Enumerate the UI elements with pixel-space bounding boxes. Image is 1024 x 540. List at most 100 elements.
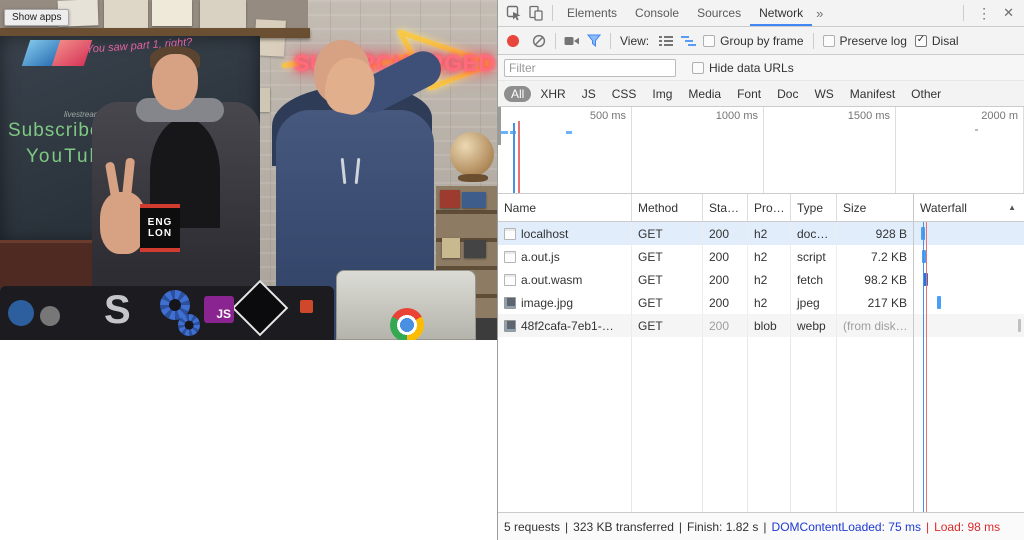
- request-type-cell[interactable]: script: [791, 245, 837, 268]
- pinned-paper: [152, 0, 192, 26]
- tab-elements[interactable]: Elements: [558, 1, 626, 26]
- clear-icon[interactable]: [528, 30, 550, 52]
- type-filter-other[interactable]: Other: [904, 86, 948, 102]
- request-status-cell[interactable]: 200: [703, 245, 748, 268]
- tab-sources[interactable]: Sources: [688, 1, 750, 26]
- column-header-method[interactable]: Method: [632, 194, 703, 221]
- column-header-size[interactable]: Size: [837, 194, 914, 221]
- request-status-cell[interactable]: 200: [703, 291, 748, 314]
- request-protocol-cell[interactable]: h2: [748, 222, 791, 245]
- empty-cell: [914, 337, 1024, 512]
- type-filter-doc[interactable]: Doc: [770, 86, 805, 102]
- divider: [813, 33, 814, 49]
- tab-network[interactable]: Network: [750, 1, 812, 26]
- view-waterfall-icon[interactable]: [677, 30, 699, 52]
- request-protocol-cell[interactable]: blob: [748, 314, 791, 337]
- request-protocol-cell[interactable]: h2: [748, 268, 791, 291]
- request-size-cell[interactable]: 98.2 KB: [837, 268, 914, 291]
- type-filter-js[interactable]: JS: [575, 86, 603, 102]
- network-summary-bar: 5 requests | 323 KB transferred | Finish…: [498, 512, 1024, 540]
- kebab-menu-icon[interactable]: ⋮: [969, 5, 999, 22]
- type-filter-img[interactable]: Img: [645, 86, 679, 102]
- column-header-status[interactable]: Sta…: [703, 194, 748, 221]
- request-protocol-cell[interactable]: h2: [748, 291, 791, 314]
- request-type-cell[interactable]: jpeg: [791, 291, 837, 314]
- network-request-row[interactable]: a.out.wasmGET200h2fetch98.2 KB: [498, 268, 1024, 291]
- group-by-frame-checkbox[interactable]: Group by frame: [703, 34, 803, 48]
- pinned-paper: [104, 0, 148, 28]
- type-filter-media[interactable]: Media: [681, 86, 728, 102]
- tab-console[interactable]: Console: [626, 1, 688, 26]
- hide-data-urls-checkbox[interactable]: Hide data URLs: [692, 61, 794, 75]
- close-devtools-icon[interactable]: ✕: [999, 5, 1024, 21]
- more-tabs-icon[interactable]: »: [812, 6, 827, 21]
- shelf-item: [440, 190, 460, 208]
- request-waterfall-cell[interactable]: [914, 222, 1024, 245]
- request-waterfall-cell[interactable]: [914, 314, 1024, 337]
- request-type-cell[interactable]: fetch: [791, 268, 837, 291]
- request-status-cell[interactable]: 200: [703, 222, 748, 245]
- divider: [963, 5, 964, 21]
- image-file-icon: [504, 297, 516, 309]
- request-status-cell[interactable]: 200: [703, 268, 748, 291]
- column-header-protocol[interactable]: Pro…: [748, 194, 791, 221]
- request-method-cell[interactable]: GET: [632, 314, 703, 337]
- inspect-element-icon[interactable]: [503, 2, 525, 24]
- person-left-face: [152, 54, 198, 110]
- request-size-cell[interactable]: 217 KB: [837, 291, 914, 314]
- network-timeline-overview[interactable]: 500 ms1000 ms1500 ms2000 m: [498, 107, 1024, 194]
- jacket-patch: ENG LON: [140, 204, 180, 252]
- type-filter-all[interactable]: All: [504, 86, 531, 102]
- request-size-cell[interactable]: 7.2 KB: [837, 245, 914, 268]
- globe: [450, 132, 494, 176]
- filter-input[interactable]: [504, 59, 676, 77]
- laptop-letter-sticker: S: [104, 288, 131, 333]
- type-filter-xhr[interactable]: XHR: [533, 86, 572, 102]
- type-filter-font[interactable]: Font: [730, 86, 768, 102]
- overview-resize-handle[interactable]: [498, 107, 501, 145]
- round-sticker: [8, 300, 34, 326]
- disable-cache-checkbox[interactable]: ✓ Disal: [915, 34, 959, 48]
- network-request-row[interactable]: image.jpgGET200h2jpeg217 KB: [498, 291, 1024, 314]
- device-toolbar-icon[interactable]: [525, 2, 547, 24]
- request-method-cell[interactable]: GET: [632, 268, 703, 291]
- column-header-name[interactable]: Name: [498, 194, 632, 221]
- request-protocol-cell[interactable]: h2: [748, 245, 791, 268]
- request-name-cell[interactable]: a.out.js: [498, 245, 632, 268]
- request-method-cell[interactable]: GET: [632, 245, 703, 268]
- devtools-tabs: ElementsConsoleSourcesNetwork: [558, 1, 812, 26]
- overview-load-line: [518, 121, 520, 194]
- capture-screenshots-icon[interactable]: [561, 30, 583, 52]
- jacket-patch-line2: LON: [148, 228, 172, 239]
- request-type-cell[interactable]: doc…: [791, 222, 837, 245]
- network-request-row[interactable]: a.out.jsGET200h2script7.2 KB: [498, 245, 1024, 268]
- network-request-row[interactable]: 48f2cafa-7eb1-…GET200blobwebp(from disk…: [498, 314, 1024, 337]
- column-header-type[interactable]: Type: [791, 194, 837, 221]
- view-list-icon[interactable]: [655, 30, 677, 52]
- column-header-waterfall[interactable]: Waterfall ▲: [914, 194, 1024, 221]
- request-name-cell[interactable]: localhost: [498, 222, 632, 245]
- request-method-cell[interactable]: GET: [632, 222, 703, 245]
- type-filter-css[interactable]: CSS: [605, 86, 644, 102]
- divider: [610, 33, 611, 49]
- filter-funnel-icon[interactable]: [583, 30, 605, 52]
- js-sticker-label: JS: [216, 307, 231, 321]
- preserve-log-checkbox[interactable]: Preserve log: [823, 34, 907, 48]
- request-waterfall-cell[interactable]: [914, 291, 1024, 314]
- request-type-cell[interactable]: webp: [791, 314, 837, 337]
- request-method-cell[interactable]: GET: [632, 291, 703, 314]
- request-status-cell[interactable]: 200: [703, 314, 748, 337]
- type-filter-ws[interactable]: WS: [807, 86, 840, 102]
- shelf-item: [462, 192, 486, 208]
- webcam-video-preview: You saw part 1, right? livestream woo Su…: [0, 0, 497, 340]
- record-network-log-icon[interactable]: [507, 35, 519, 47]
- network-request-row[interactable]: localhostGET200h2doc…928 B: [498, 222, 1024, 245]
- request-name-cell[interactable]: image.jpg: [498, 291, 632, 314]
- request-name-cell[interactable]: 48f2cafa-7eb1-…: [498, 314, 632, 337]
- request-size-cell[interactable]: (from disk…: [837, 314, 914, 337]
- request-name-cell[interactable]: a.out.wasm: [498, 268, 632, 291]
- request-size-cell[interactable]: 928 B: [837, 222, 914, 245]
- request-waterfall-cell[interactable]: [914, 268, 1024, 291]
- request-waterfall-cell[interactable]: [914, 245, 1024, 268]
- type-filter-manifest[interactable]: Manifest: [843, 86, 902, 102]
